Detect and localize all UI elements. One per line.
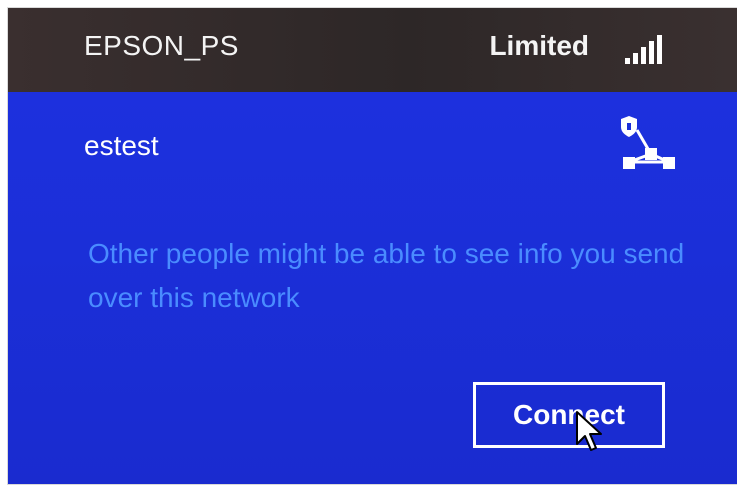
- network-ssid: estest: [84, 130, 159, 161]
- shield-network-icon: [621, 116, 675, 169]
- network-item-epson-ps[interactable]: EPSON_PS Limited: [8, 8, 737, 92]
- wifi-signal-icon: [625, 35, 662, 64]
- mouse-cursor-icon: [576, 411, 602, 451]
- network-ssid: EPSON_PS: [84, 30, 239, 61]
- network-status: Limited: [489, 30, 589, 61]
- network-item-estest[interactable]: estest Other people might be able to see…: [8, 92, 737, 484]
- network-flyout: EPSON_PS Limited estest Other people mig…: [8, 8, 737, 484]
- connect-button[interactable]: Connect: [473, 382, 665, 448]
- security-warning: Other people might be able to see info y…: [88, 238, 685, 313]
